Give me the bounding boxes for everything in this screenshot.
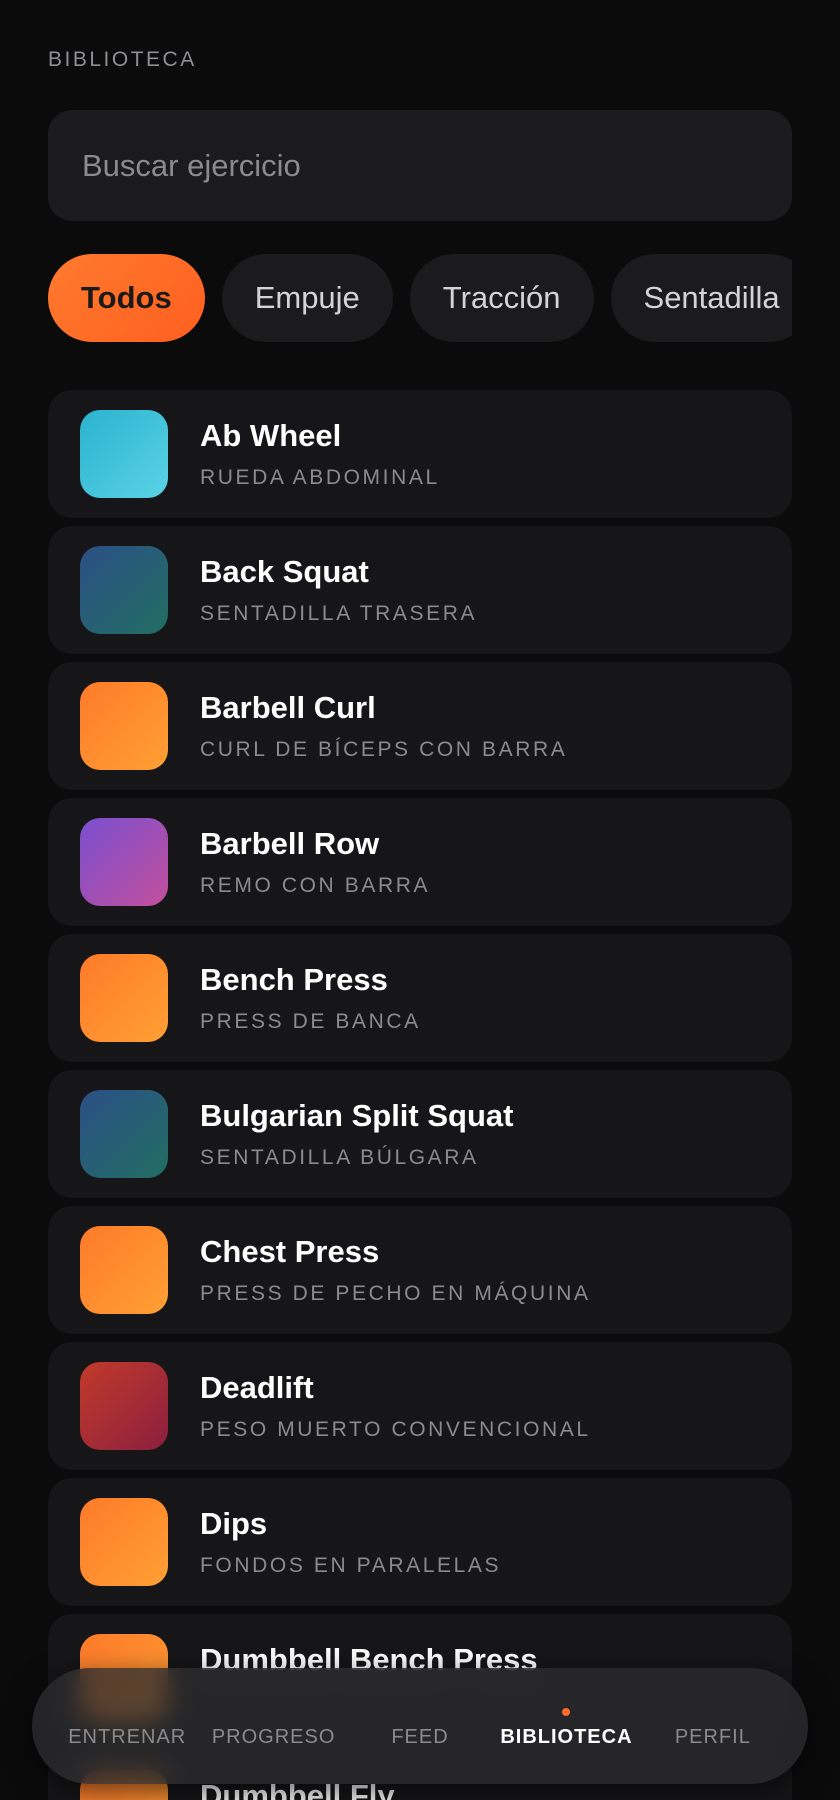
- exercise-row[interactable]: Deadlift PESO MUERTO CONVENCIONAL: [48, 1342, 792, 1470]
- nav-tab-label: ENTRENAR: [68, 1726, 187, 1748]
- exercise-subtitle: PESO MUERTO CONVENCIONAL: [200, 1418, 591, 1441]
- exercise-name: Chest Press: [200, 1234, 380, 1269]
- exercise-name: Bench Press: [200, 962, 388, 997]
- filter-chip-todos[interactable]: Todos: [48, 254, 205, 342]
- filter-chip-traccion[interactable]: Tracción: [409, 254, 594, 342]
- exercise-name: Ab Wheel: [200, 418, 342, 453]
- exercise-name: Bulgarian Split Squat: [200, 1098, 514, 1133]
- exercise-thumbnail: [80, 1090, 168, 1178]
- search-field[interactable]: [48, 110, 792, 221]
- nav-tab-label: PERFIL: [674, 1726, 751, 1748]
- search-input[interactable]: [80, 146, 760, 185]
- exercise-row[interactable]: Bench Press PRESS DE BANCA: [48, 934, 792, 1062]
- nav-tab-entrenar[interactable]: ENTRENAR: [54, 1668, 200, 1784]
- nav-tab-progreso[interactable]: PROGRESO: [200, 1668, 346, 1784]
- exercise-subtitle: CURL DE BÍCEPS CON BARRA: [200, 738, 568, 761]
- exercise-row[interactable]: Bulgarian Split Squat SENTADILLA BÚLGARA: [48, 1070, 792, 1198]
- exercise-subtitle: REMO CON BARRA: [200, 874, 431, 897]
- exercise-name: Back Squat: [200, 554, 369, 589]
- exercise-row[interactable]: Barbell Curl CURL DE BÍCEPS CON BARRA: [48, 662, 792, 790]
- exercise-name: Dips: [200, 1506, 268, 1541]
- exercise-thumbnail: [80, 410, 168, 498]
- exercise-row[interactable]: Ab Wheel RUEDA ABDOMINAL: [48, 390, 792, 518]
- exercise-thumbnail: [80, 546, 168, 634]
- filter-chips: Todos Empuje Tracción Sentadilla: [48, 254, 792, 342]
- library-screen: BIBLIOTECA Todos Empuje Tracción Sentadi…: [0, 0, 840, 1800]
- exercise-name: Barbell Row: [200, 826, 380, 861]
- exercise-thumbnail: [80, 818, 168, 906]
- exercise-row[interactable]: Dips FONDOS EN PARALELAS: [48, 1478, 792, 1606]
- bottom-nav: ENTRENAR PROGRESO FEED BIBLIOTECA PERFIL: [32, 1668, 808, 1784]
- exercise-thumbnail: [80, 1362, 168, 1450]
- exercise-subtitle: PRESS DE PECHO EN MÁQUINA: [200, 1282, 591, 1305]
- exercise-subtitle: SENTADILLA TRASERA: [200, 602, 478, 625]
- exercise-thumbnail: [80, 1226, 168, 1314]
- exercise-subtitle: RUEDA ABDOMINAL: [200, 466, 440, 489]
- section-label: BIBLIOTECA: [48, 48, 197, 71]
- exercise-row[interactable]: Back Squat SENTADILLA TRASERA: [48, 526, 792, 654]
- exercise-thumbnail: [80, 1498, 168, 1586]
- exercise-list: Ab Wheel RUEDA ABDOMINAL Back Squat SENT…: [48, 390, 792, 1800]
- nav-tab-label: PROGRESO: [211, 1726, 336, 1748]
- nav-tab-feed[interactable]: FEED: [347, 1668, 493, 1784]
- exercise-subtitle: FONDOS EN PARALELAS: [200, 1554, 502, 1577]
- nav-tab-perfil[interactable]: PERFIL: [640, 1668, 786, 1784]
- active-indicator-dot: [562, 1708, 571, 1716]
- nav-tab-biblioteca[interactable]: BIBLIOTECA: [493, 1668, 639, 1784]
- exercise-name: Barbell Curl: [200, 690, 376, 725]
- exercise-subtitle: PRESS DE BANCA: [200, 1010, 421, 1033]
- filter-chip-sentadilla[interactable]: Sentadilla: [610, 254, 792, 342]
- filter-chip-empuje[interactable]: Empuje: [221, 254, 393, 342]
- exercise-thumbnail: [80, 682, 168, 770]
- exercise-name: Deadlift: [200, 1370, 314, 1405]
- nav-tab-label: BIBLIOTECA: [500, 1726, 633, 1748]
- nav-tab-label: FEED: [391, 1726, 449, 1748]
- exercise-subtitle: SENTADILLA BÚLGARA: [200, 1146, 479, 1169]
- exercise-thumbnail: [80, 954, 168, 1042]
- exercise-row[interactable]: Chest Press PRESS DE PECHO EN MÁQUINA: [48, 1206, 792, 1334]
- exercise-row[interactable]: Barbell Row REMO CON BARRA: [48, 798, 792, 926]
